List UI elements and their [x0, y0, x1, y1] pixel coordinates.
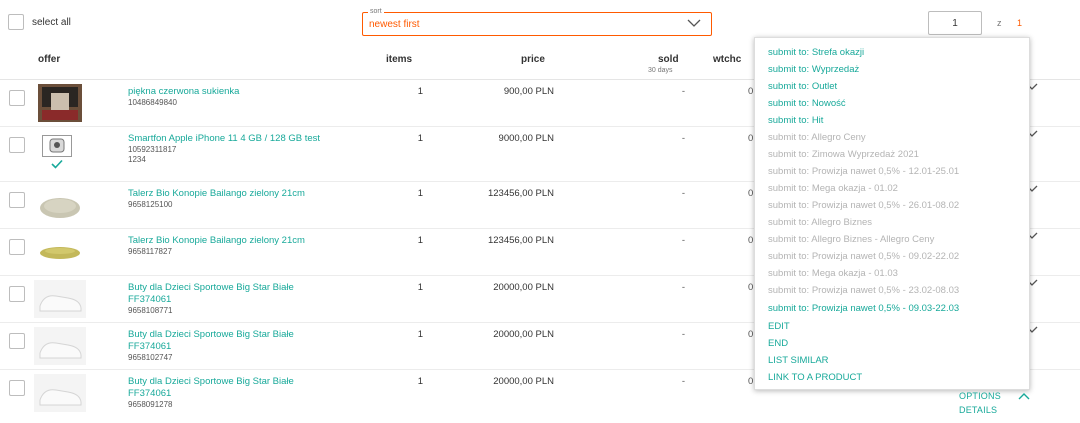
offer-thumbnail[interactable] [34, 374, 86, 412]
items-count: 1 [417, 235, 423, 246]
watch-value: 0 [748, 235, 754, 246]
menu-item-submit-outlet[interactable]: submit to: Outlet [768, 81, 837, 92]
watch-value: 0 [748, 329, 754, 340]
offer-id: 9658108771 [128, 306, 173, 315]
sold-value: - [681, 86, 685, 97]
watch-value: 0 [748, 86, 754, 97]
menu-item-submit-nowosc[interactable]: submit to: Nowość [768, 98, 846, 109]
menu-item-submit-mega-okazja-0103: submit to: Mega okazja - 01.03 [768, 268, 898, 279]
watch-value: 0 [748, 282, 754, 293]
page-of-label: z [997, 18, 1002, 28]
items-count: 1 [417, 282, 423, 293]
offer-thumbnail[interactable] [38, 186, 82, 224]
items-count: 1 [417, 376, 423, 387]
column-header-sold-period: 30 days [648, 67, 673, 74]
menu-item-submit-prowizja-0902: submit to: Prowizja nawet 0,5% - 09.02-2… [768, 251, 960, 262]
offer-title[interactable]: Talerz Bio Konopie Bailango zielony 21cm… [128, 235, 338, 257]
menu-item-end[interactable]: END [768, 338, 788, 349]
menu-item-submit-hit[interactable]: submit to: Hit [768, 115, 823, 126]
row-checkbox[interactable] [9, 137, 25, 153]
items-count: 1 [417, 188, 423, 199]
menu-item-submit-zimowa-wyprzedaz: submit to: Zimowa Wyprzedaż 2021 [768, 149, 919, 160]
sold-value: - [681, 329, 685, 340]
select-all-checkbox[interactable] [8, 14, 24, 30]
offer-id: 9658117827 [128, 247, 172, 256]
menu-item-submit-allegro-biznes-ceny: submit to: Allegro Biznes - Allegro Ceny [768, 234, 935, 245]
menu-item-submit-strefa-okazji[interactable]: submit to: Strefa okazji [768, 47, 864, 58]
menu-item-submit-prowizja-0903[interactable]: submit to: Prowizja nawet 0,5% - 09.03-2… [768, 303, 959, 314]
offer-title[interactable]: Buty dla Dzieci Sportowe Big Star Białe … [128, 282, 338, 316]
column-header-offer: offer [38, 54, 61, 65]
row-checkbox[interactable] [9, 239, 25, 255]
price-value: 9000,00 PLN [498, 133, 554, 144]
menu-item-submit-prowizja-2601: submit to: Prowizja nawet 0,5% - 26.01-0… [768, 200, 960, 211]
watch-value: 0 [748, 133, 754, 144]
page-total-link[interactable]: 1 [1017, 18, 1022, 28]
menu-item-submit-prowizja-2302: submit to: Prowizja nawet 0,5% - 23.02-0… [768, 285, 960, 296]
offer-title[interactable]: Talerz Bio Konopie Bailango zielony 21cm… [128, 188, 338, 210]
offer-title[interactable]: Buty dla Dzieci Sportowe Big Star Białe … [128, 376, 338, 410]
items-count: 1 [417, 133, 423, 144]
options-dropdown-menu: submit to: Strefa okazji submit to: Wypr… [754, 37, 1030, 390]
menu-item-list-similar[interactable]: LIST SIMILAR [768, 355, 829, 366]
price-value: 20000,00 PLN [493, 376, 554, 387]
price-value: 123456,00 PLN [487, 188, 554, 199]
sold-value: - [681, 376, 685, 387]
chevron-down-icon [687, 19, 701, 27]
sort-select[interactable]: sort newest first [362, 7, 712, 36]
check-icon [51, 159, 63, 169]
sold-value: - [681, 282, 685, 293]
price-value: 900,00 PLN [503, 86, 554, 97]
sold-value: - [681, 235, 685, 246]
sold-value: - [681, 188, 685, 199]
menu-item-submit-allegro-biznes: submit to: Allegro Biznes [768, 217, 873, 228]
chevron-up-icon[interactable] [1018, 392, 1030, 400]
row-checkbox[interactable] [9, 380, 25, 396]
row-checkbox[interactable] [9, 286, 25, 302]
menu-item-edit[interactable]: EDIT [768, 321, 790, 332]
offer-thumbnail[interactable] [34, 327, 86, 365]
details-button[interactable]: DETAILS [959, 405, 997, 415]
offer-thumbnail[interactable] [34, 280, 86, 318]
offer-id: 9658125100 [128, 200, 173, 209]
offer-thumbnail[interactable] [38, 84, 82, 122]
watch-value: 0 [748, 188, 754, 199]
offer-id: 9658102747 [128, 353, 173, 362]
sort-value: newest first [369, 19, 420, 30]
offer-title[interactable]: Smartfon Apple iPhone 11 4 GB / 128 GB t… [128, 133, 338, 165]
offer-thumbnail[interactable] [38, 233, 82, 271]
price-value: 20000,00 PLN [493, 329, 554, 340]
column-header-price[interactable]: price [521, 54, 545, 65]
offer-signature: 1234 [128, 155, 146, 164]
row-checkbox[interactable] [9, 90, 25, 106]
sort-legend: sort [368, 7, 384, 17]
items-count: 1 [417, 86, 423, 97]
price-value: 123456,00 PLN [487, 235, 554, 246]
offer-title[interactable]: Buty dla Dzieci Sportowe Big Star Białe … [128, 329, 338, 363]
column-header-items[interactable]: items [386, 54, 412, 65]
menu-item-submit-allegro-ceny: submit to: Allegro Ceny [768, 132, 866, 143]
options-button[interactable]: OPTIONS [959, 391, 1001, 401]
menu-item-submit-prowizja-1201: submit to: Prowizja nawet 0,5% - 12.01-2… [768, 166, 960, 177]
offer-thumbnail[interactable] [42, 135, 72, 157]
menu-item-link-to-product[interactable]: LINK TO A PRODUCT [768, 372, 862, 383]
items-count: 1 [417, 329, 423, 340]
offer-id: 10592311817 [128, 145, 177, 154]
column-header-sold[interactable]: sold [658, 54, 679, 65]
menu-item-submit-mega-okazja-0102: submit to: Mega okazja - 01.02 [768, 183, 898, 194]
watch-value: 0 [748, 376, 754, 387]
offer-id: 9658091278 [128, 400, 173, 409]
column-header-watch[interactable]: wtchc [713, 54, 741, 65]
row-checkbox[interactable] [9, 333, 25, 349]
price-value: 20000,00 PLN [493, 282, 554, 293]
select-all-label[interactable]: select all [32, 17, 71, 28]
offer-id: 10486849840 [128, 98, 177, 107]
sold-value: - [681, 133, 685, 144]
row-checkbox[interactable] [9, 192, 25, 208]
page-number-input[interactable]: 1 [928, 11, 982, 35]
offer-title[interactable]: piękna czerwona sukienka 10486849840 [128, 86, 338, 108]
menu-item-submit-wyprzedaz[interactable]: submit to: Wyprzedaż [768, 64, 859, 75]
